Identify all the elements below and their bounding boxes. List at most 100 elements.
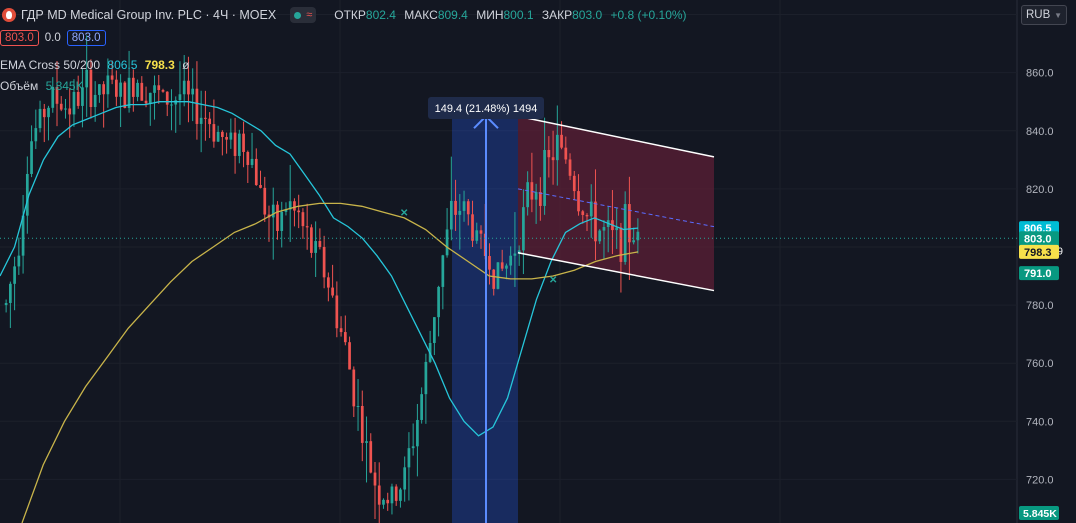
chevron-down-icon: ▼ <box>1054 10 1062 20</box>
currency-select[interactable]: RUB ▼ <box>1021 5 1067 25</box>
candle-body <box>191 88 195 95</box>
candle-body <box>250 158 254 165</box>
price-axis-tick: 820.0 <box>1026 184 1054 196</box>
ohlc-high-value: 809.4 <box>437 8 468 22</box>
price-axis-tag-label: 791.0 <box>1024 268 1052 280</box>
candle-body <box>216 131 220 142</box>
candle-body <box>89 69 93 108</box>
measure-label: 149.4 (21.48%) 1494 <box>435 103 538 115</box>
candle-body <box>589 201 593 217</box>
candle-body <box>479 230 483 234</box>
candle-body <box>390 486 394 504</box>
volume-value: 5.845K <box>45 79 84 93</box>
candle-body <box>335 295 339 329</box>
candle-body <box>594 201 597 242</box>
candle-body <box>568 159 572 176</box>
candle-body <box>161 90 165 92</box>
candle-body <box>123 82 127 108</box>
candle-body <box>30 141 33 174</box>
candle-body <box>153 85 156 93</box>
candle-body <box>437 286 440 318</box>
ohlc-low-value: 800.1 <box>503 8 534 22</box>
candle-body <box>411 446 415 449</box>
candle-body <box>454 200 457 215</box>
ema-indicator-legend[interactable]: EMA Cross 50/200 806.5 798.3 ø <box>0 58 190 72</box>
candle-body <box>182 80 186 95</box>
candle-body <box>25 173 29 216</box>
candle-body <box>276 204 279 231</box>
price-axis-tick: 740.0 <box>1026 416 1054 428</box>
candle-body <box>560 134 563 148</box>
candle-body <box>38 108 42 129</box>
candle-body <box>237 133 241 156</box>
volume-label: Объём <box>0 79 39 93</box>
market-status-badge[interactable]: ≈ <box>290 7 317 23</box>
candle-body <box>445 229 449 256</box>
candle-body <box>513 253 517 256</box>
spread-value: 0.0 <box>44 32 61 44</box>
candle-body <box>246 151 250 165</box>
ema-label: EMA Cross 50/200 <box>0 58 101 72</box>
candle-body <box>254 158 258 186</box>
candle-body <box>382 499 385 505</box>
candle-body <box>636 231 640 241</box>
candle-body <box>462 201 466 211</box>
candle-body <box>526 182 529 208</box>
candle-body <box>433 317 436 343</box>
buy-button[interactable]: 803.0 <box>66 30 106 46</box>
ohlc-values: ОТКР802.4 МАКС809.4 МИН800.1 ЗАКР803.0 +… <box>334 8 691 22</box>
volume-axis-tag-label: 5.845K <box>1023 508 1057 520</box>
candle-body <box>59 103 63 110</box>
candle-body <box>500 262 504 269</box>
ema-cross-marker: ✕ <box>400 208 408 219</box>
candle-body <box>165 91 169 105</box>
candle-body <box>602 227 606 231</box>
candle-body <box>93 94 97 108</box>
candle-body <box>496 262 500 289</box>
candle-body <box>157 85 161 91</box>
candle-body <box>127 77 131 108</box>
candle-body <box>280 211 284 231</box>
candle-body <box>271 204 275 218</box>
candle-body <box>403 467 407 490</box>
candle-body <box>466 201 470 215</box>
candle-body <box>632 240 635 243</box>
currency-value: RUB <box>1026 9 1051 21</box>
candle-body <box>377 485 381 505</box>
candle-body <box>547 149 551 158</box>
volume-indicator-legend[interactable]: Объём 5.845K <box>0 79 84 93</box>
candle-body <box>242 133 245 152</box>
candle-body <box>555 134 559 161</box>
price-axis-tag-label: 798.3 <box>1024 247 1052 259</box>
candle-body <box>424 361 428 395</box>
candle-body <box>131 77 135 97</box>
candle-body <box>522 207 525 251</box>
candle-body <box>178 94 182 101</box>
candle-body <box>475 230 479 241</box>
candle-body <box>76 91 80 106</box>
candle-body <box>225 136 228 140</box>
candle-body <box>259 185 262 188</box>
sell-button[interactable]: 803.0 <box>0 30 39 46</box>
candle-body <box>441 255 445 287</box>
candle-body <box>598 230 602 242</box>
price-axis-tag-label: 803.0 <box>1024 233 1052 245</box>
candle-body <box>348 342 351 370</box>
candle-body <box>263 187 267 215</box>
price-chart[interactable]: 720.0740.0760.0780.0800.0820.0840.0860.0… <box>0 0 1076 523</box>
candle-body <box>399 489 402 501</box>
candle-body <box>13 266 16 284</box>
candle-body <box>318 241 322 247</box>
candle-body <box>85 69 89 88</box>
candle-body <box>416 419 419 447</box>
candle-body <box>365 441 368 443</box>
symbol-title[interactable]: ГДР MD Medical Group Inv. PLC · 4Ч · MOE… <box>21 8 276 22</box>
candle-body <box>615 227 619 231</box>
candle-body <box>68 108 72 115</box>
status-wave-icon: ≈ <box>306 9 313 21</box>
candle-body <box>144 100 148 104</box>
candle-body <box>119 82 122 97</box>
candle-body <box>564 147 568 160</box>
candle-body <box>492 269 496 289</box>
candle-body <box>110 75 114 80</box>
